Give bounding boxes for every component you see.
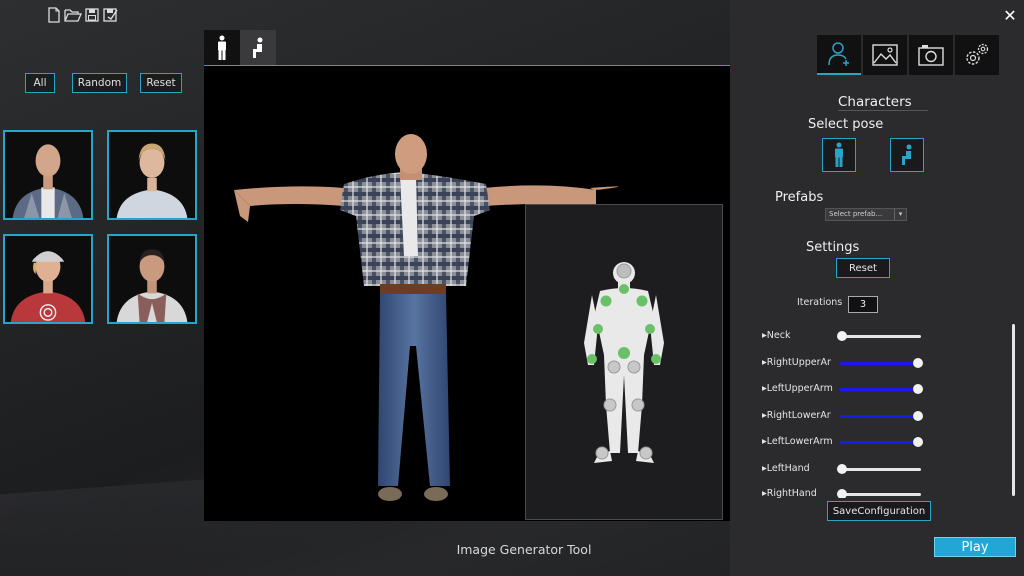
- prefab-select-value: Select prefab...: [829, 210, 883, 218]
- settings-scrollbar[interactable]: [1012, 324, 1015, 496]
- slider-handle[interactable]: [837, 331, 847, 341]
- sitting-pose-button[interactable]: [890, 138, 924, 172]
- save-as-icon[interactable]: [102, 6, 118, 24]
- standing-pose-icon: [835, 142, 843, 167]
- save-configuration-button[interactable]: SaveConfiguration: [827, 501, 931, 521]
- body-joint-map[interactable]: [525, 204, 723, 520]
- slider-track[interactable]: [839, 415, 921, 418]
- slider-row: ▸LeftHand: [762, 463, 922, 477]
- image-icon: [872, 44, 898, 66]
- app-title: Image Generator Tool: [456, 542, 592, 557]
- open-folder-icon[interactable]: [64, 6, 82, 24]
- play-button[interactable]: Play: [934, 537, 1016, 557]
- slider-handle[interactable]: [837, 489, 847, 498]
- random-button[interactable]: Random: [72, 73, 127, 93]
- slider-label: ▸Neck: [762, 330, 791, 341]
- character-thumbnail-scarf-man[interactable]: [107, 234, 197, 324]
- standing-pose-icon: [218, 35, 226, 60]
- prefabs-heading: Prefabs: [775, 190, 824, 205]
- chevron-down-icon: ▾: [894, 209, 906, 220]
- new-file-icon[interactable]: [46, 6, 62, 24]
- reset-settings-button[interactable]: Reset: [836, 258, 890, 278]
- slider-track[interactable]: [839, 468, 921, 471]
- tab-sitting-pose[interactable]: [240, 30, 276, 66]
- slider-label: ▸LeftHand: [762, 463, 810, 474]
- slider-track[interactable]: [839, 441, 921, 444]
- settings-heading: Settings: [806, 240, 860, 255]
- slider-row: ▸RightLowerAr: [762, 410, 923, 424]
- close-icon[interactable]: ✕: [1002, 8, 1018, 24]
- character-thumbnail-cap-man[interactable]: [3, 234, 93, 324]
- tab-settings[interactable]: [955, 35, 999, 75]
- all-button[interactable]: All: [25, 73, 55, 93]
- tab-standing-pose[interactable]: [204, 30, 240, 66]
- reset-characters-button[interactable]: Reset: [140, 73, 182, 93]
- tab-characters[interactable]: [817, 35, 861, 75]
- slider-label: ▸RightLowerAr: [762, 410, 831, 421]
- tab-camera[interactable]: [909, 35, 953, 75]
- slider-track[interactable]: [839, 362, 921, 365]
- slider-handle[interactable]: [913, 411, 923, 421]
- slider-row: ▸LeftUpperArm: [762, 383, 923, 397]
- slider-label: ▸LeftLowerArm: [762, 436, 833, 447]
- sitting-pose-icon: [253, 37, 263, 58]
- iterations-label: Iterations: [797, 297, 843, 308]
- standing-pose-button[interactable]: [822, 138, 856, 172]
- slider-label: ▸RightHand: [762, 488, 817, 498]
- slider-handle[interactable]: [837, 464, 847, 474]
- slider-track[interactable]: [839, 493, 921, 496]
- slider-label: ▸RightUpperAr: [762, 357, 831, 368]
- body-silhouette: [584, 262, 664, 463]
- add-character-icon: [828, 42, 849, 66]
- slider-row: ▸RightHand: [762, 488, 922, 498]
- character-thumbnail-bald-man[interactable]: [3, 130, 93, 220]
- slider-row: ▸LeftLowerArm: [762, 436, 923, 450]
- slider-track[interactable]: [839, 388, 921, 391]
- sitting-pose-icon: [902, 144, 912, 165]
- slider-label: ▸LeftUpperArm: [762, 383, 833, 394]
- slider-handle[interactable]: [913, 384, 923, 394]
- characters-divider: [838, 110, 928, 111]
- tab-images[interactable]: [863, 35, 907, 75]
- file-toolbar: [46, 6, 118, 24]
- slider-row: ▸RightUpperAr: [762, 357, 923, 371]
- slider-row: ▸Neck: [762, 330, 922, 344]
- select-pose-heading: Select pose: [808, 117, 884, 132]
- character-thumbnail-blonde-woman[interactable]: [107, 130, 197, 220]
- save-icon[interactable]: [84, 6, 100, 24]
- characters-heading: Characters: [838, 94, 912, 110]
- slider-track[interactable]: [839, 335, 921, 338]
- prefab-select[interactable]: Select prefab... ▾: [825, 208, 907, 221]
- settings-gears-icon: [966, 43, 989, 65]
- slider-handle[interactable]: [913, 358, 923, 368]
- slider-handle[interactable]: [913, 437, 923, 447]
- iterations-input[interactable]: 3: [848, 296, 878, 313]
- camera-icon: [918, 45, 944, 66]
